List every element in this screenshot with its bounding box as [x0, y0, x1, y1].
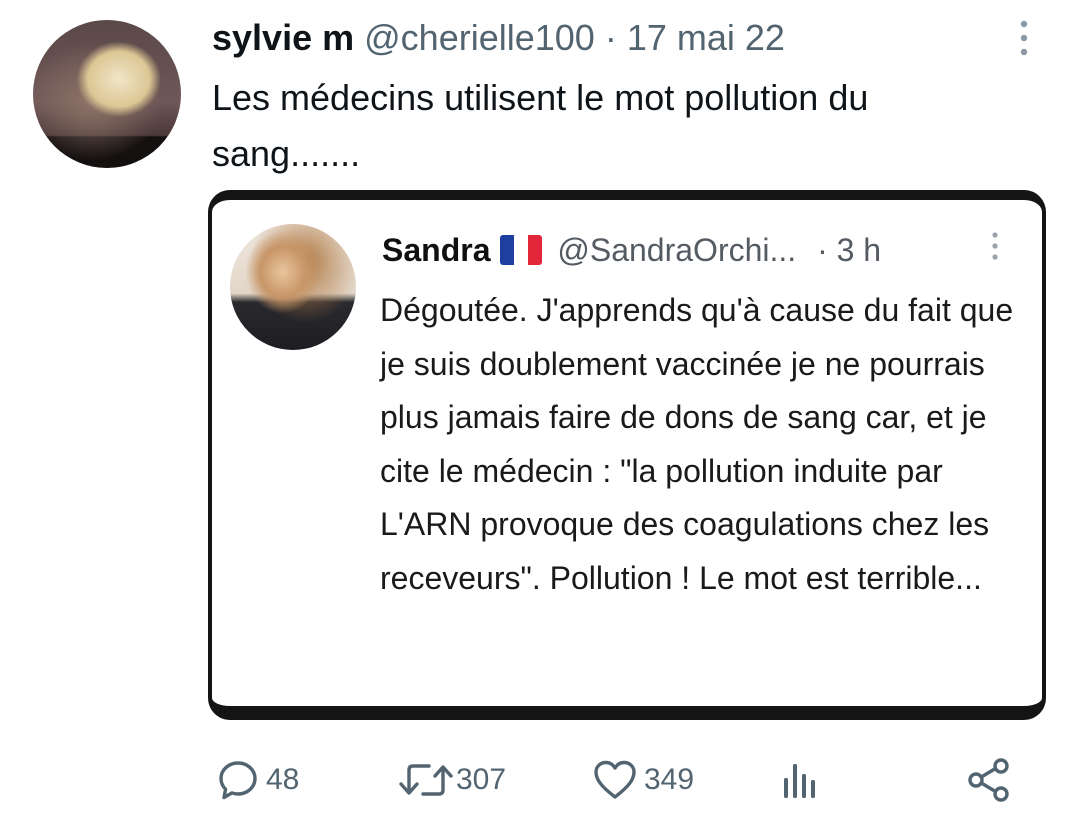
reply-count: 48	[266, 763, 300, 796]
share-icon	[968, 758, 1009, 802]
quoted-author-name[interactable]: Sandra	[382, 232, 490, 268]
like-count: 349	[644, 763, 695, 796]
share-button[interactable]	[966, 752, 1012, 808]
more-vertical-icon[interactable]	[1012, 18, 1036, 58]
tweet-text: Les médecins utilisent le mot pollution …	[212, 77, 869, 174]
tweet-actions-bar: 48 307 349	[0, 752, 1080, 808]
retweet-button[interactable]: 307	[398, 752, 506, 808]
quoted-tweet-header: Sandra @SandraOrchi... · 3 h	[382, 228, 881, 272]
author-name[interactable]: sylvie m	[212, 17, 354, 58]
quoted-author-handle[interactable]: @SandraOrchi...	[557, 232, 796, 268]
quoted-tweet-text: Dégoutée. J'apprends qu'à cause du fait …	[380, 292, 1014, 596]
tweet-header: sylvie m @cherielle100 · 17 mai 22	[212, 16, 785, 60]
quoted-header-separator: ·	[817, 232, 828, 268]
quoted-more-vertical-icon[interactable]	[986, 230, 1004, 262]
author-avatar[interactable]	[33, 20, 181, 168]
reply-icon	[219, 761, 257, 800]
analytics-icon	[784, 764, 815, 798]
author-handle[interactable]: @cherielle100	[364, 17, 595, 58]
quoted-tweet-card[interactable]: Sandra @SandraOrchi... · 3 h Dégoutée. J…	[208, 190, 1046, 720]
tweet-date[interactable]: 17 mai 22	[627, 17, 785, 58]
quoted-tweet-time[interactable]: 3 h	[837, 232, 881, 268]
reply-button[interactable]: 48	[216, 752, 299, 808]
header-separator: ·	[604, 17, 617, 58]
heart-icon	[594, 760, 636, 799]
quoted-author-avatar[interactable]	[230, 224, 356, 350]
like-button[interactable]: 349	[592, 752, 694, 808]
analytics-button[interactable]	[778, 752, 822, 808]
retweet-icon	[399, 764, 453, 796]
retweet-count: 307	[456, 763, 507, 796]
france-flag-icon	[500, 235, 543, 265]
